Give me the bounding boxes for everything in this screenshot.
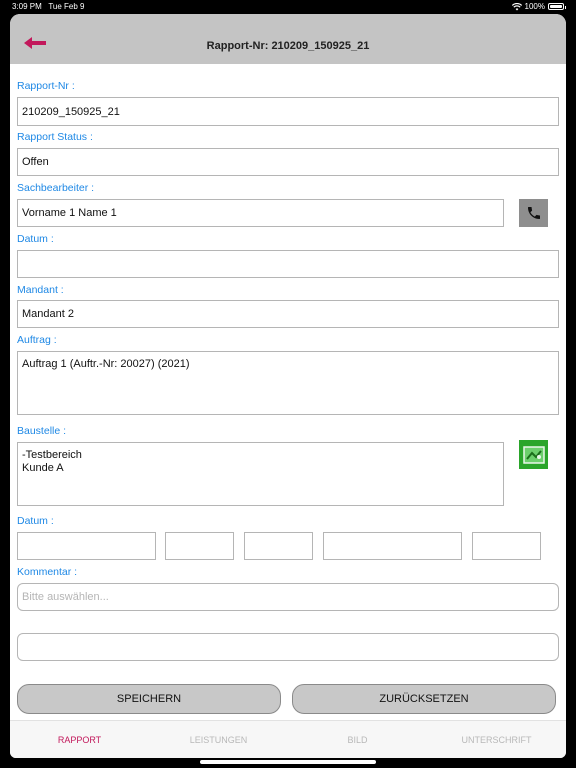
kommentar-field[interactable] bbox=[17, 633, 559, 661]
tab-bild[interactable]: BILD bbox=[288, 721, 427, 758]
datum-duration-field[interactable] bbox=[323, 532, 462, 560]
label-datum-2: Datum : bbox=[17, 515, 54, 527]
datum-time-to-field[interactable] bbox=[244, 532, 313, 560]
phone-icon bbox=[527, 207, 540, 219]
label-rapport-nr: Rapport-Nr : bbox=[17, 80, 75, 92]
tab-unterschrift[interactable]: UNTERSCHRIFT bbox=[427, 721, 566, 758]
datum-time-from-field[interactable] bbox=[165, 532, 234, 560]
mandant-field[interactable]: Mandant 2 bbox=[17, 300, 559, 328]
label-datum: Datum : bbox=[17, 233, 54, 245]
label-rapport-status: Rapport Status : bbox=[17, 131, 93, 143]
status-bar: 3:09 PM Tue Feb 9 100% bbox=[0, 0, 576, 14]
rapport-nr-field[interactable]: 210209_150925_21 bbox=[17, 97, 559, 126]
reset-button[interactable]: ZURÜCKSETZEN bbox=[292, 684, 556, 714]
save-button[interactable]: SPEICHERN bbox=[17, 684, 281, 714]
nav-bar: Rapport-Nr: 210209_150925_21 bbox=[10, 14, 566, 64]
app-window: Rapport-Nr: 210209_150925_21 Rapport-Nr … bbox=[10, 14, 566, 758]
tab-leistungen[interactable]: LEISTUNGEN bbox=[149, 721, 288, 758]
battery-percent: 100% bbox=[524, 2, 545, 11]
label-auftrag: Auftrag : bbox=[17, 334, 57, 346]
wifi-icon bbox=[511, 2, 522, 10]
map-button[interactable] bbox=[519, 440, 548, 469]
status-right: 100% bbox=[511, 2, 566, 11]
kommentar-select[interactable]: Bitte auswählen... bbox=[17, 583, 559, 611]
label-sachbearbeiter: Sachbearbeiter : bbox=[17, 182, 95, 194]
datum-day-field[interactable] bbox=[17, 532, 156, 560]
tab-rapport[interactable]: RAPPORT bbox=[10, 721, 149, 758]
sachbearbeiter-field[interactable]: Vorname 1 Name 1 bbox=[17, 199, 504, 227]
baustelle-field[interactable]: -Testbereich Kunde A bbox=[17, 442, 504, 506]
datum-extra-field[interactable] bbox=[472, 532, 541, 560]
battery-icon bbox=[548, 3, 566, 10]
tab-bar: RAPPORT LEISTUNGEN BILD UNTERSCHRIFT bbox=[10, 720, 566, 758]
page-title: Rapport-Nr: 210209_150925_21 bbox=[206, 40, 370, 52]
datum-field[interactable] bbox=[17, 250, 559, 278]
status-time: 3:09 PM Tue Feb 9 bbox=[12, 2, 85, 11]
label-kommentar: Kommentar : bbox=[17, 566, 78, 578]
auftrag-field[interactable]: Auftrag 1 (Auftr.-Nr: 20027) (2021) bbox=[17, 351, 559, 415]
label-baustelle: Baustelle : bbox=[17, 425, 67, 437]
call-button[interactable] bbox=[519, 199, 548, 227]
home-indicator bbox=[200, 760, 376, 764]
rapport-status-field[interactable]: Offen bbox=[17, 148, 559, 176]
kommentar-placeholder: Bitte auswählen... bbox=[22, 591, 109, 603]
map-icon bbox=[522, 445, 545, 464]
label-mandant: Mandant : bbox=[17, 284, 64, 296]
